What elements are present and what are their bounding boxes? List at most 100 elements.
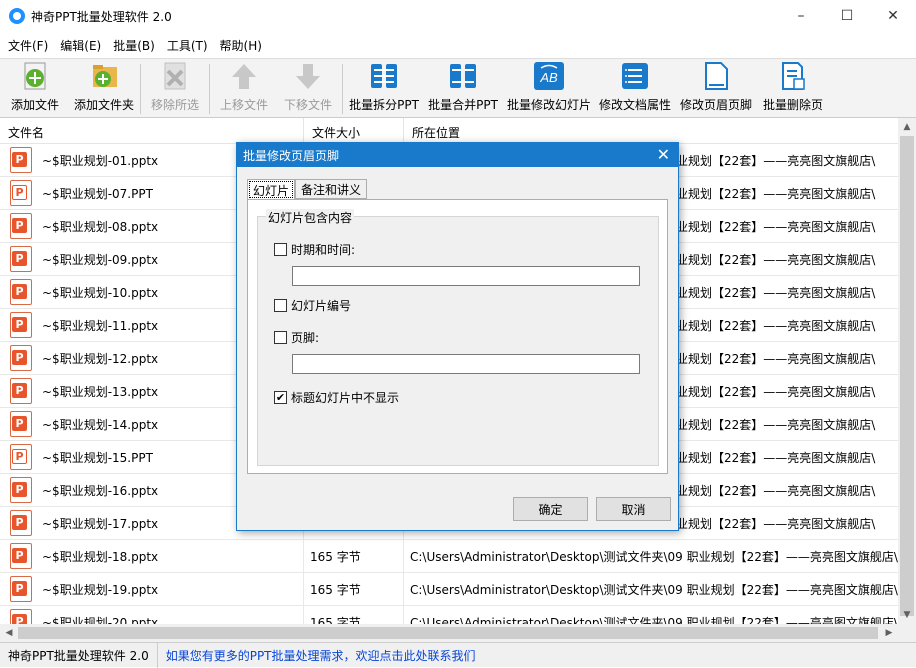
file-name: ~$职业规划-18.pptx bbox=[42, 549, 159, 564]
arrow-down-icon bbox=[292, 60, 324, 92]
horizontal-scroll-thumb[interactable] bbox=[18, 627, 878, 639]
move-down-button[interactable]: 下移文件 bbox=[276, 59, 340, 119]
add-file-button[interactable]: 添加文件 bbox=[0, 59, 70, 119]
menu-bar: 文件(F) 编辑(E) 批量(B) 工具(T) 帮助(H) bbox=[0, 34, 916, 56]
app-logo-icon bbox=[9, 8, 25, 24]
file-path-cell: C:\Users\Administrator\Desktop\测试文件夹\09 … bbox=[410, 549, 898, 564]
column-header-path[interactable]: 所在位置 bbox=[404, 118, 898, 144]
scroll-right-icon[interactable]: ▶ bbox=[880, 624, 898, 642]
footer-option[interactable]: 页脚: bbox=[274, 329, 319, 346]
vertical-scrollbar[interactable]: ▲ ▼ bbox=[898, 118, 916, 642]
tab-panel: 幻灯片包含内容 时期和时间: 幻灯片编号 页脚: ✔ 标题幻灯片中不显示 bbox=[247, 199, 668, 474]
footer-checkbox[interactable] bbox=[274, 331, 287, 344]
maximize-button[interactable]: ☐ bbox=[824, 0, 870, 32]
ppt-file-icon: P bbox=[10, 213, 32, 239]
column-header-name[interactable]: 文件名 bbox=[0, 118, 304, 144]
file-name-cell: P ~$职业规划-19.pptx bbox=[0, 572, 304, 606]
batch-split-button[interactable]: 批量拆分PPT bbox=[345, 59, 423, 119]
ppt-file-icon: P bbox=[10, 378, 32, 404]
date-time-input[interactable] bbox=[292, 266, 640, 286]
file-name: ~$职业规划-13.pptx bbox=[42, 384, 159, 399]
close-button[interactable]: ✕ bbox=[870, 0, 916, 32]
vertical-scroll-thumb[interactable] bbox=[900, 136, 914, 616]
header-footer-icon bbox=[700, 60, 732, 92]
slide-number-checkbox[interactable] bbox=[274, 299, 287, 312]
file-name: ~$职业规划-09.pptx bbox=[42, 252, 159, 267]
cancel-button[interactable]: 取消 bbox=[596, 497, 671, 521]
ppt-file-icon: P bbox=[10, 411, 32, 437]
file-name: ~$职业规划-15.PPT bbox=[42, 450, 153, 465]
ppt-file-icon: P bbox=[10, 246, 32, 272]
remove-icon bbox=[159, 60, 191, 92]
table-row[interactable]: P ~$职业规划-20.pptx 165 字节 C:\Users\Administra… bbox=[0, 605, 898, 625]
footer-input[interactable] bbox=[292, 354, 640, 374]
toolbar-separator bbox=[342, 64, 343, 114]
dialog-close-icon[interactable]: ✕ bbox=[657, 145, 670, 164]
delete-page-icon bbox=[777, 60, 809, 92]
file-name: ~$职业规划-12.pptx bbox=[42, 351, 159, 366]
date-time-checkbox[interactable] bbox=[274, 243, 287, 256]
scroll-down-icon[interactable]: ▼ bbox=[898, 606, 916, 624]
title-bar: 神奇PPT批量处理软件 2.0 – ☐ ✕ bbox=[0, 0, 916, 32]
ppt-file-icon: P bbox=[10, 444, 32, 470]
toolbar-separator bbox=[140, 64, 141, 114]
file-name-cell: P ~$职业规划-18.pptx bbox=[0, 539, 304, 573]
ok-button[interactable]: 确定 bbox=[513, 497, 588, 521]
ppt-file-icon: P bbox=[10, 576, 32, 602]
file-name: ~$职业规划-14.pptx bbox=[42, 417, 159, 432]
scroll-left-icon[interactable]: ◀ bbox=[0, 624, 18, 642]
menu-edit[interactable]: 编辑(E) bbox=[52, 37, 105, 54]
remove-selected-button[interactable]: 移除所选 bbox=[143, 59, 207, 119]
column-header-size[interactable]: 文件大小 bbox=[304, 118, 404, 144]
hide-on-title-slide-checkbox[interactable]: ✔ bbox=[274, 391, 287, 404]
header-footer-dialog: 批量修改页眉页脚 ✕ 幻灯片 备注和讲义 幻灯片包含内容 时期和时间: 幻灯片编… bbox=[236, 142, 679, 531]
edit-header-footer-button[interactable]: 修改页眉页脚 bbox=[675, 59, 757, 119]
status-bar: 神奇PPT批量处理软件 2.0 如果您有更多的PPT批量处理需求，欢迎点击此处联… bbox=[0, 642, 916, 668]
status-app-name: 神奇PPT批量处理软件 2.0 bbox=[0, 642, 158, 668]
file-name: ~$职业规划-01.pptx bbox=[42, 153, 159, 168]
horizontal-scrollbar[interactable]: ◀ ▶ bbox=[0, 624, 898, 642]
ppt-file-icon: P bbox=[10, 312, 32, 338]
file-name: ~$职业规划-08.pptx bbox=[42, 219, 159, 234]
add-file-icon bbox=[19, 60, 51, 92]
add-folder-button[interactable]: 添加文件夹 bbox=[70, 59, 138, 119]
table-row[interactable]: P ~$职业规划-19.pptx 165 字节 C:\Users\Administra… bbox=[0, 572, 898, 606]
ppt-file-icon: P bbox=[10, 510, 32, 536]
edit-properties-button[interactable]: 修改文档属性 bbox=[595, 59, 675, 119]
window-title: 神奇PPT批量处理软件 2.0 bbox=[31, 9, 172, 24]
dialog-tabs: 幻灯片 备注和讲义 bbox=[247, 179, 368, 200]
group-title: 幻灯片包含内容 bbox=[266, 209, 355, 226]
batch-delete-pages-button[interactable]: 批量删除页 bbox=[757, 59, 829, 119]
menu-file[interactable]: 文件(F) bbox=[0, 37, 52, 54]
move-up-button[interactable]: 上移文件 bbox=[212, 59, 276, 119]
date-time-option[interactable]: 时期和时间: bbox=[274, 241, 355, 258]
batch-merge-button[interactable]: 批量合并PPT bbox=[423, 59, 503, 119]
batch-edit-slides-button[interactable]: AB 批量修改幻灯片 bbox=[503, 59, 595, 119]
arrow-up-icon bbox=[228, 60, 260, 92]
ppt-file-icon: P bbox=[10, 477, 32, 503]
contact-link[interactable]: 如果您有更多的PPT批量处理需求，欢迎点击此处联系我们 bbox=[158, 647, 476, 664]
minimize-button[interactable]: – bbox=[778, 0, 824, 32]
toolbar-separator bbox=[209, 64, 210, 114]
menu-tools[interactable]: 工具(T) bbox=[159, 37, 212, 54]
svg-text:AB: AB bbox=[539, 70, 558, 85]
dialog-title: 批量修改页眉页脚 bbox=[243, 148, 340, 163]
file-path-cell: C:\Users\Administrator\Desktop\测试文件夹\09 … bbox=[410, 582, 898, 597]
file-name: ~$职业规划-17.pptx bbox=[42, 516, 159, 531]
menu-batch[interactable]: 批量(B) bbox=[105, 37, 159, 54]
slide-content-group: 幻灯片包含内容 时期和时间: 幻灯片编号 页脚: ✔ 标题幻灯片中不显示 bbox=[257, 209, 659, 466]
file-name: ~$职业规划-20.pptx bbox=[42, 615, 159, 625]
hide-on-title-slide-option[interactable]: ✔ 标题幻灯片中不显示 bbox=[274, 389, 399, 406]
file-name: ~$职业规划-16.pptx bbox=[42, 483, 159, 498]
split-icon bbox=[368, 60, 400, 92]
menu-help[interactable]: 帮助(H) bbox=[212, 37, 266, 54]
merge-icon bbox=[447, 60, 479, 92]
tab-slides[interactable]: 幻灯片 bbox=[247, 179, 296, 200]
tab-notes-handouts[interactable]: 备注和讲义 bbox=[295, 179, 368, 199]
slide-number-option[interactable]: 幻灯片编号 bbox=[274, 297, 351, 314]
table-row[interactable]: P ~$职业规划-18.pptx 165 字节 C:\Users\Administra… bbox=[0, 539, 898, 573]
scroll-up-icon[interactable]: ▲ bbox=[898, 118, 916, 136]
ppt-file-icon: P bbox=[10, 180, 32, 206]
ppt-file-icon: P bbox=[10, 543, 32, 569]
ppt-file-icon: P bbox=[10, 279, 32, 305]
